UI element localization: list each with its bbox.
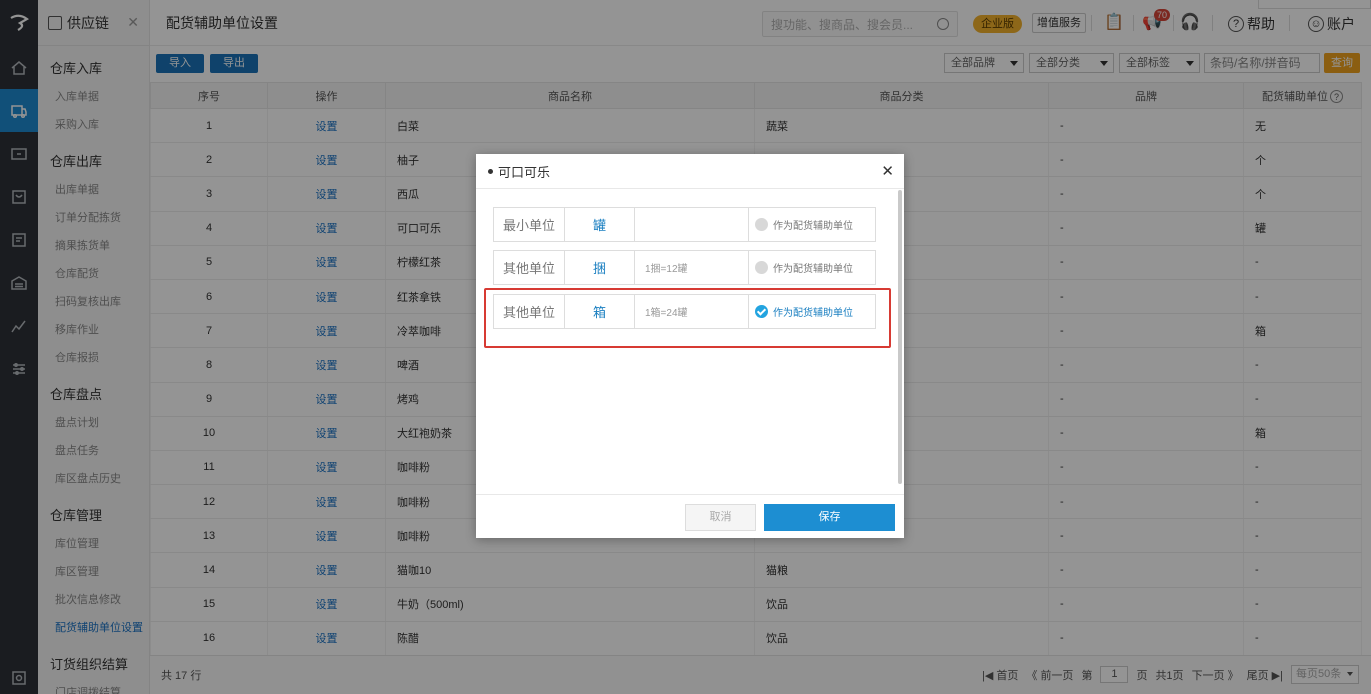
radio-unchecked-icon[interactable] bbox=[755, 261, 768, 274]
bullet-icon bbox=[488, 168, 493, 174]
cancel-button[interactable]: 取消 bbox=[685, 504, 756, 531]
unit-row: 其他单位捆 1捆=12罐 作为配货辅助单位 bbox=[493, 250, 876, 285]
dialog-header: 可口可乐 ✕ bbox=[476, 154, 904, 189]
save-button[interactable]: 保存 bbox=[764, 504, 895, 531]
set-aux-unit-option[interactable]: 作为配货辅助单位 bbox=[749, 251, 875, 284]
unit-name: 捆 bbox=[565, 251, 635, 284]
unit-type-label: 最小单位 bbox=[494, 208, 565, 241]
unit-conversion bbox=[635, 208, 749, 241]
close-icon[interactable]: ✕ bbox=[881, 162, 894, 180]
set-aux-unit-option[interactable]: 作为配货辅助单位 bbox=[749, 208, 875, 241]
unit-row: 最小单位罐 作为配货辅助单位 bbox=[493, 207, 876, 242]
dialog-title: 可口可乐 bbox=[498, 164, 551, 180]
dialog-footer: 取消 保存 bbox=[476, 494, 904, 538]
highlight-frame bbox=[484, 288, 891, 348]
scrollbar[interactable] bbox=[898, 190, 902, 484]
option-label: 作为配货辅助单位 bbox=[773, 221, 853, 232]
unit-type-label: 其他单位 bbox=[494, 251, 565, 284]
unit-conversion: 1捆=12罐 bbox=[635, 251, 749, 284]
unit-name: 罐 bbox=[565, 208, 635, 241]
radio-unchecked-icon[interactable] bbox=[755, 218, 768, 231]
aux-unit-dialog: 可口可乐 ✕ 最小单位罐作为配货辅助单位 其他单位捆 1捆=12罐 作为配货辅助单位其… bbox=[476, 154, 904, 538]
option-label: 作为配货辅助单位 bbox=[773, 264, 853, 275]
